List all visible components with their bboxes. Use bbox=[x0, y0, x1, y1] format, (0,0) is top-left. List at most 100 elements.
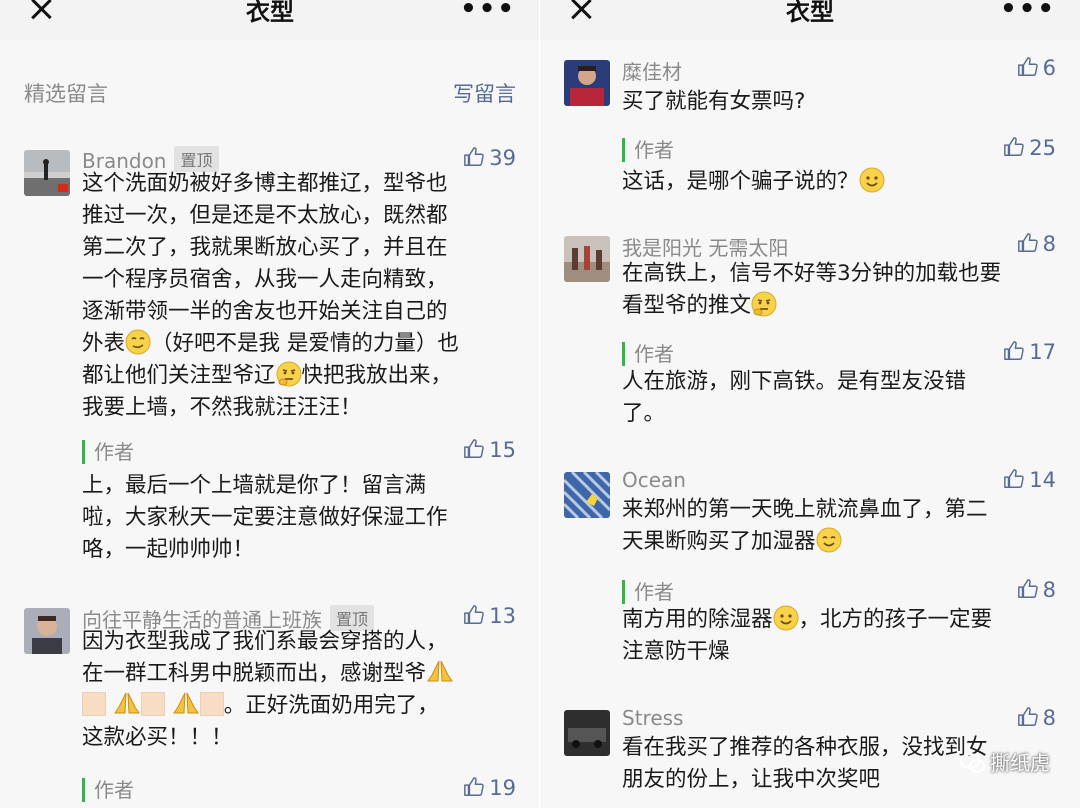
pray-emoji-icon bbox=[113, 692, 140, 714]
author-reply: 作者 25 这话，是哪个骗子说的？ bbox=[622, 136, 1056, 210]
reply-like-button[interactable]: 15 bbox=[463, 438, 516, 462]
like-count: 15 bbox=[489, 438, 516, 462]
comment-line: 。正好洗面奶用完了， bbox=[82, 690, 516, 722]
thumbs-up-icon bbox=[1004, 341, 1025, 360]
commenter-name[interactable]: Stress bbox=[622, 706, 683, 730]
reply-line: 咯，一起帅帅帅！ bbox=[82, 537, 255, 562]
thinking-emoji-icon bbox=[751, 291, 777, 317]
like-button[interactable]: 6 bbox=[1017, 56, 1056, 80]
avatar[interactable] bbox=[564, 236, 610, 282]
like-count: 19 bbox=[489, 776, 516, 800]
smile-emoji-icon bbox=[773, 605, 799, 631]
thumbs-up-icon bbox=[1017, 57, 1038, 76]
like-button[interactable]: 14 bbox=[1003, 468, 1056, 492]
comment-text: 买了就能有女票吗? bbox=[622, 89, 806, 114]
comment-line: 第二次了，我就果断放心买了，并且在 bbox=[82, 235, 448, 260]
comment-line: 推过一次，但是还是不太放心，既然都 bbox=[82, 203, 448, 228]
comment-line: 外表 （好吧不是我 是爱情的力量）也 bbox=[82, 328, 516, 360]
like-count: 8 bbox=[1042, 232, 1056, 256]
smirk-emoji-icon bbox=[125, 329, 151, 355]
reply-line: 啦，大家秋天一定要注意做好保湿工作 bbox=[82, 505, 448, 530]
comments-section: 糜佳材 6 买了就能有女票吗? 作者 25 这话，是哪个骗子说的？ 我是阳光 无… bbox=[540, 40, 1080, 808]
comment-fragment: （好吧不是我 是爱情的力量）也 bbox=[151, 331, 459, 356]
reply-like-button[interactable]: 8 bbox=[1017, 578, 1056, 602]
avatar[interactable] bbox=[564, 60, 610, 106]
avatar[interactable] bbox=[564, 710, 610, 756]
thumbs-up-icon bbox=[1004, 469, 1025, 488]
reply-line: 人在旅游，刚下高铁。是有型友没错 bbox=[622, 369, 967, 394]
author-reply: 作者 8 南方用的除湿器 ，北方的孩子一定要 注意防干燥 bbox=[622, 578, 1056, 672]
comment-line: 在一群工科男中脱颖而出，感谢型爷 bbox=[82, 658, 516, 690]
comment-item: 向往平静生活的普通上班族 置顶 13 因为衣型我成了我们系最会穿搭的人， 在一群工… bbox=[24, 604, 516, 808]
comment-line: 在高铁上，信号不好等3分钟的加载也要 bbox=[622, 261, 1002, 286]
comment-fragment: 看型爷的推文 bbox=[622, 293, 752, 318]
comment-item: 糜佳材 6 买了就能有女票吗? 作者 25 这话，是哪个骗子说的？ bbox=[564, 56, 1056, 210]
wechat-logo-icon bbox=[960, 753, 985, 773]
top-bar: 衣型 ••• bbox=[540, 0, 1080, 40]
commenter-name[interactable]: 我是阳光 无需太阳 bbox=[622, 232, 788, 261]
thumbs-up-icon bbox=[464, 777, 485, 796]
pray-emoji-icon bbox=[172, 692, 199, 714]
reply-fragment: ，北方的孩子一定要 bbox=[798, 607, 993, 632]
avatar[interactable] bbox=[24, 608, 70, 654]
skin-tone-icon bbox=[82, 692, 106, 716]
like-button[interactable]: 8 bbox=[1017, 232, 1056, 256]
reply-line: 上，最后一个上墙就是你了！留言满 bbox=[82, 473, 427, 498]
comment-line: 这款必买！！！ bbox=[82, 725, 233, 750]
watermark: 撕纸虎 bbox=[960, 747, 1050, 776]
commenter-name[interactable]: 糜佳材 bbox=[622, 56, 682, 85]
comments-section: 精选留言 写留言 Brandon 置顶 39 这个洗面奶被好多博主都推辽，型爷也… bbox=[0, 40, 539, 808]
reply-like-button[interactable]: 17 bbox=[1003, 340, 1056, 364]
comment-line: 天果断购买了加湿器 bbox=[622, 526, 1056, 558]
more-icon[interactable]: ••• bbox=[1000, 0, 1056, 24]
author-reply: 作者 19 bbox=[82, 776, 516, 808]
comment-item: 我是阳光 无需太阳 8 在高铁上，信号不好等3分钟的加载也要 看型爷的推文 作者… bbox=[564, 232, 1056, 436]
author-label: 作者 bbox=[622, 580, 674, 604]
comment-fragment: 在一群工科男中脱颖而出，感谢型爷 bbox=[82, 661, 427, 686]
author-label: 作者 bbox=[622, 138, 674, 162]
reply-line: 注意防干燥 bbox=[622, 639, 730, 664]
more-icon[interactable]: ••• bbox=[460, 0, 516, 24]
comment-fragment: 都让他们关注型爷辽 bbox=[82, 363, 276, 388]
comment-fragment: 快把我放出来， bbox=[301, 363, 453, 388]
comment-line: 一个程序员宿舍，从我一人走向精致， bbox=[82, 267, 448, 292]
skin-tone-icon bbox=[199, 692, 224, 716]
reply-text: 上，最后一个上墙就是你了！留言满 啦，大家秋天一定要注意做好保湿工作 咯，一起帅… bbox=[82, 470, 516, 566]
write-comment-button[interactable]: 写留言 bbox=[453, 78, 516, 108]
reply-like-button[interactable]: 25 bbox=[1003, 136, 1056, 160]
comment-line: 看型爷的推文 bbox=[622, 290, 1056, 322]
right-screen: 衣型 ••• 糜佳材 6 买了就能有女票吗? 作者 25 这话，是哪个骗子说的？… bbox=[540, 0, 1080, 808]
commenter-name[interactable]: Ocean bbox=[622, 468, 686, 492]
comments-header: 精选留言 写留言 bbox=[24, 78, 516, 110]
thumbs-up-icon bbox=[464, 439, 485, 458]
comment-fragment: 外表 bbox=[82, 331, 126, 356]
reply-line: 南方用的除湿器 ，北方的孩子一定要 bbox=[622, 604, 1056, 636]
comment-line: 因为衣型我成了我们系最会穿搭的人， bbox=[82, 629, 448, 654]
comment-text: 来郑州的第一天晚上就流鼻血了，第二 天果断购买了加湿器 bbox=[622, 494, 1056, 558]
author-reply: 作者 15 上，最后一个上墙就是你了！留言满 啦，大家秋天一定要注意做好保湿工作… bbox=[82, 438, 516, 562]
comment-line: 来郑州的第一天晚上就流鼻血了，第二 bbox=[622, 497, 988, 522]
thumbs-up-icon bbox=[1004, 137, 1025, 156]
reply-fragment: 这话，是哪个骗子说的？ bbox=[622, 169, 859, 194]
top-bar: 衣型 ••• bbox=[0, 0, 539, 40]
like-button[interactable]: 8 bbox=[1017, 706, 1056, 730]
like-button[interactable]: 39 bbox=[463, 146, 516, 170]
pray-emoji-icon bbox=[427, 660, 453, 682]
avatar[interactable] bbox=[564, 472, 610, 518]
smile-emoji-icon bbox=[859, 167, 885, 193]
thumbs-up-icon bbox=[464, 605, 485, 624]
comment-line: 逐渐带领一半的舍友也开始关注自己的 bbox=[82, 299, 448, 324]
like-count: 6 bbox=[1042, 56, 1056, 80]
comment-fragment: 。正好洗面奶用完了， bbox=[223, 693, 439, 718]
comment-line: 都让他们关注型爷辽 快把我放出来， bbox=[82, 360, 516, 392]
comment-item: Brandon 置顶 39 这个洗面奶被好多博主都推辽，型爷也 推过一次，但是还是… bbox=[24, 146, 516, 570]
avatar[interactable] bbox=[24, 150, 70, 196]
reply-like-button[interactable]: 19 bbox=[463, 776, 516, 800]
like-button[interactable]: 13 bbox=[463, 604, 516, 628]
thumbs-up-icon bbox=[1017, 707, 1038, 726]
like-count: 8 bbox=[1042, 706, 1056, 730]
reply-text: 人在旅游，刚下高铁。是有型友没错 了。 bbox=[622, 366, 1056, 430]
author-label: 作者 bbox=[82, 778, 134, 802]
comment-line: 这个洗面奶被好多博主都推辽，型爷也 bbox=[82, 171, 448, 196]
comment-text: 在高铁上，信号不好等3分钟的加载也要 看型爷的推文 bbox=[622, 258, 1056, 322]
